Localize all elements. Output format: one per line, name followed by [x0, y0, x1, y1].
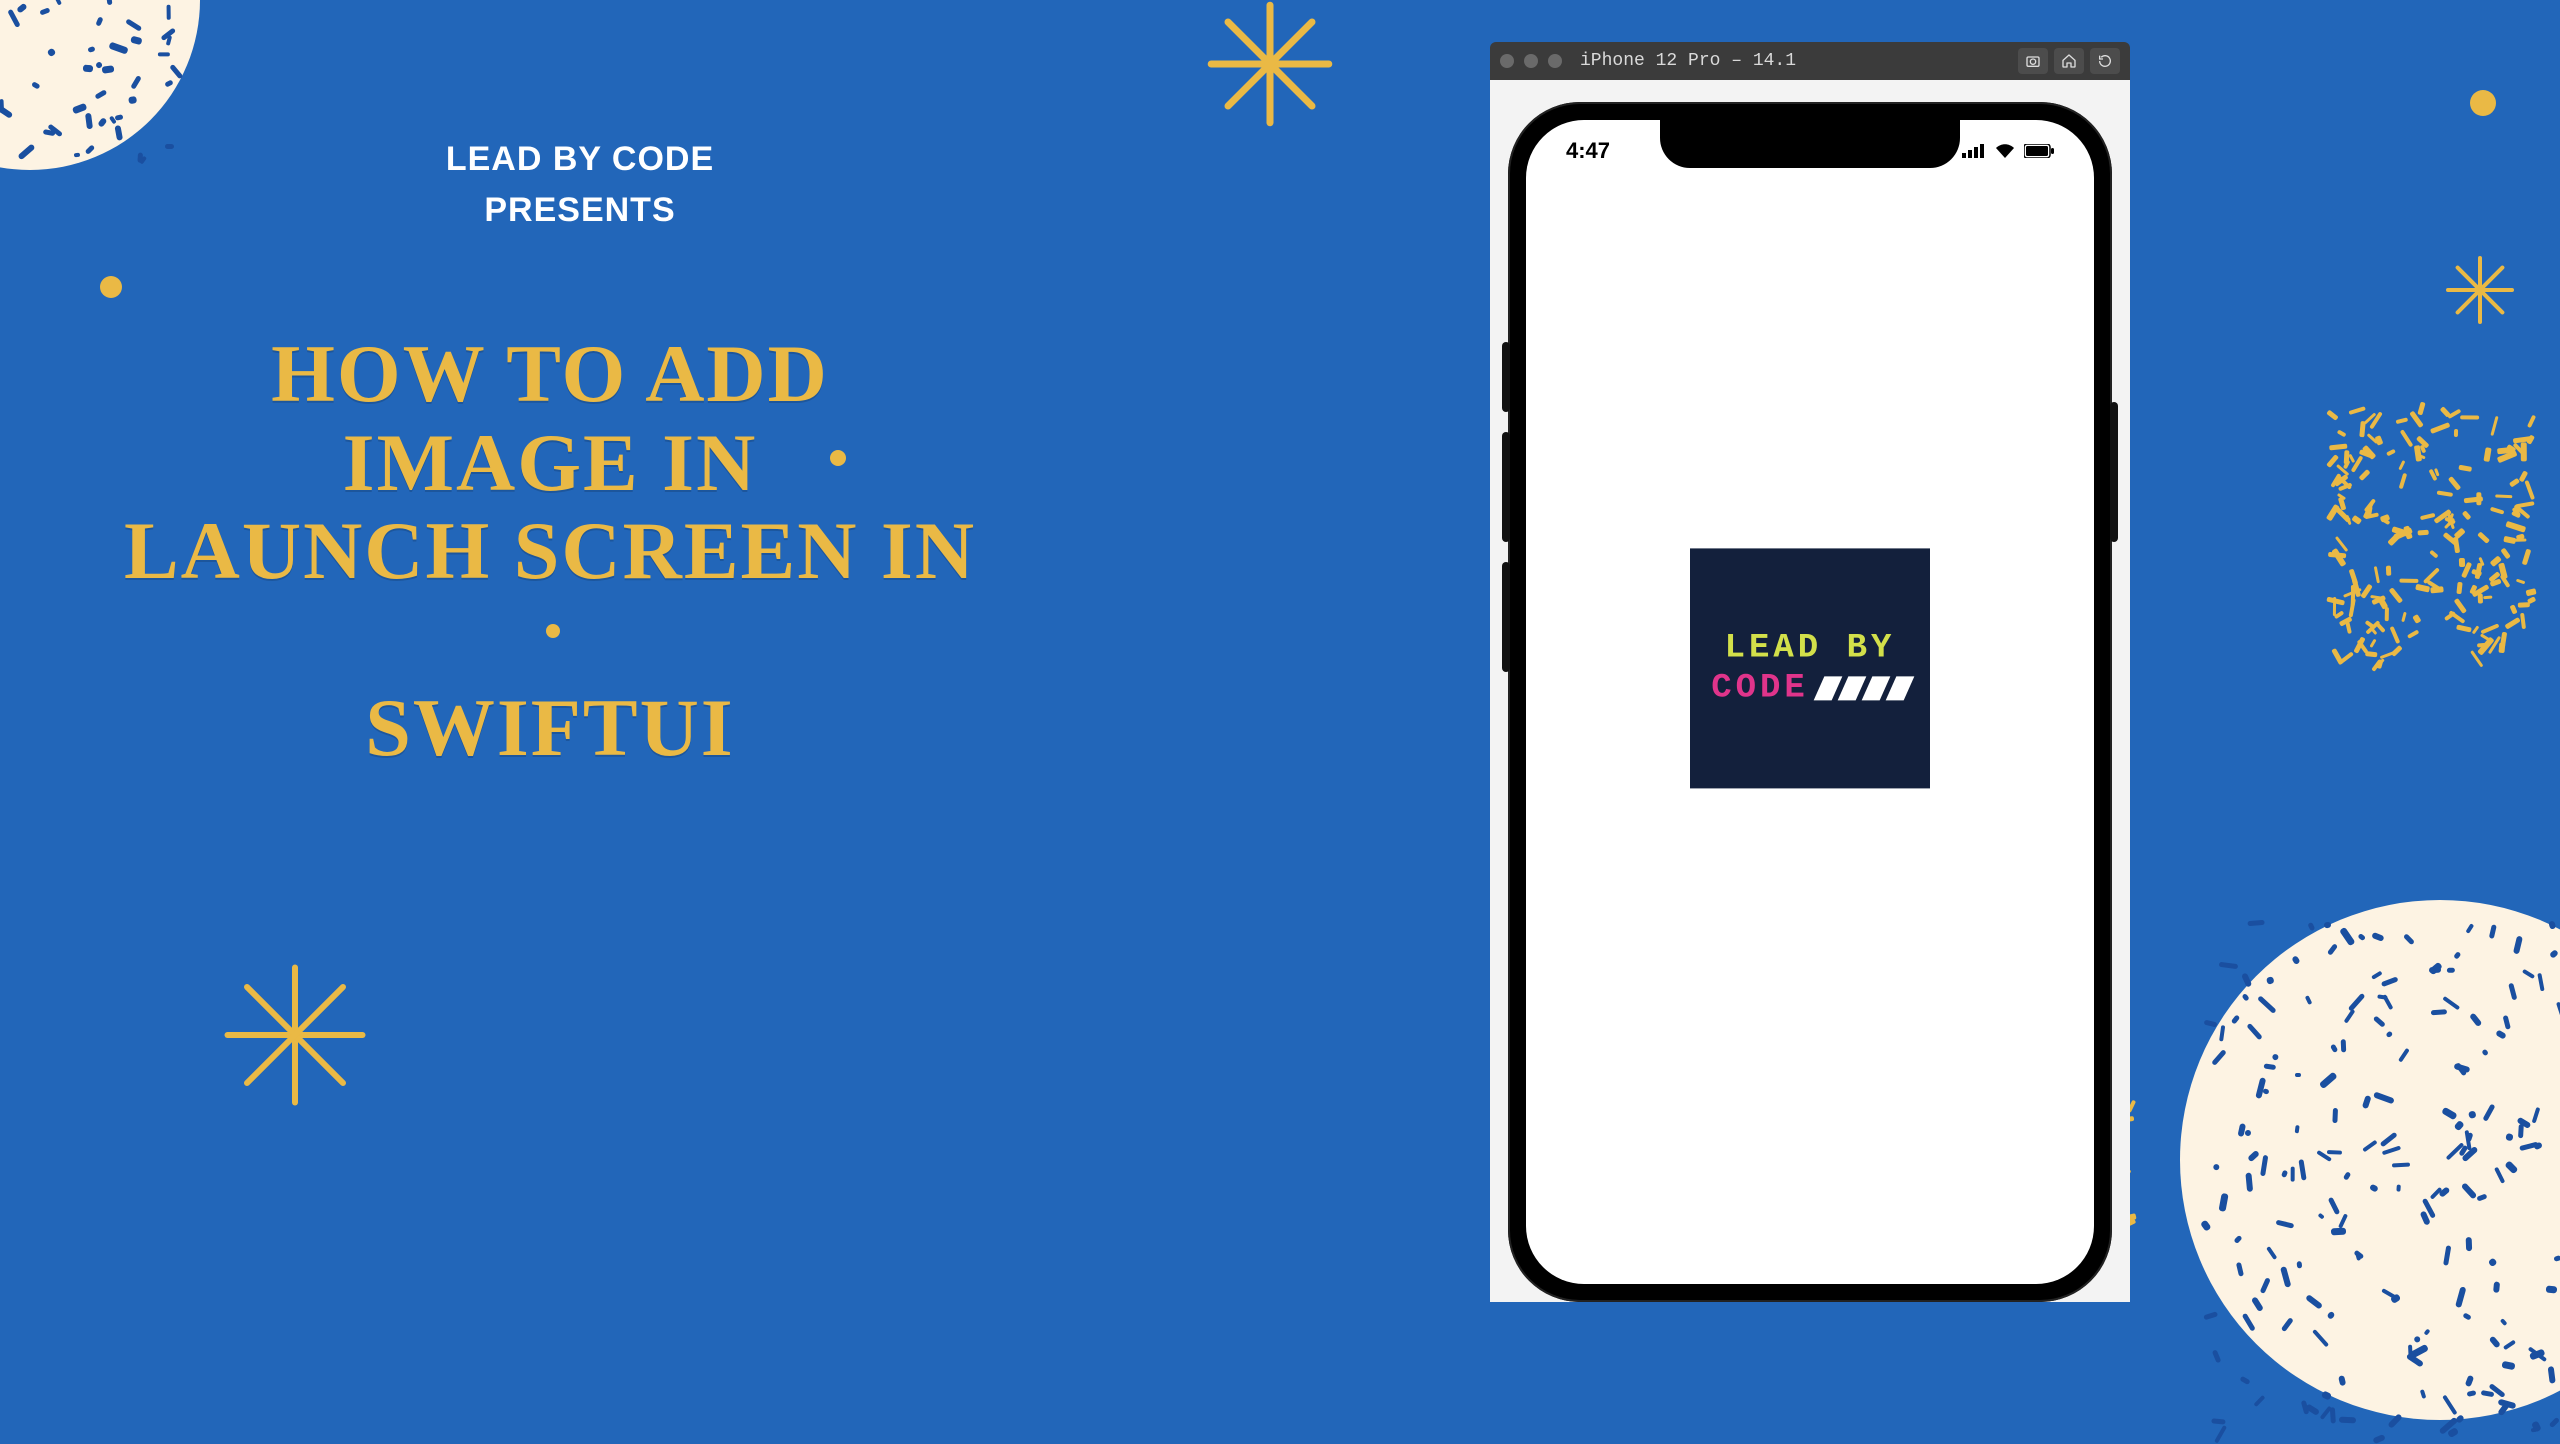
asterisk-icon: [2440, 250, 2520, 330]
headline-line3: SWIFTUI: [120, 684, 980, 773]
asterisk-icon: [1200, 0, 1340, 134]
headline-line2: LAUNCH SCREEN IN: [120, 507, 980, 684]
asterisk-icon: [220, 960, 370, 1110]
status-icons: [1962, 138, 2054, 164]
ios-simulator-window: iPhone 12 Pro – 14.1 4:47: [1490, 42, 2130, 1302]
status-clock: 4:47: [1566, 138, 1610, 164]
wifi-icon: [1994, 143, 2016, 159]
traffic-lights[interactable]: [1500, 54, 1562, 68]
simulator-device-label: iPhone 12 Pro – 14.1: [1580, 51, 1796, 71]
logo-line1: LEAD BY: [1725, 629, 1896, 667]
battery-icon: [2024, 144, 2054, 158]
phone-side-button: [1502, 432, 1510, 542]
logo-line2: CODE: [1711, 669, 1809, 707]
simulator-body: 4:47 LEAD BY CODE: [1490, 80, 2130, 1302]
status-bar: 4:47: [1526, 138, 2094, 164]
phone-side-button: [2110, 402, 2118, 542]
accent-dot: [100, 276, 122, 298]
presenter-block: LEAD BY CODE PRESENTS: [310, 140, 850, 230]
presenter-line2: PRESENTS: [310, 191, 850, 230]
headline-line1: HOW TO ADD IMAGE IN: [120, 330, 980, 507]
logo-slashes: [1819, 676, 1909, 700]
corner-blob-bottom-right: [2180, 900, 2560, 1420]
corner-blob-top-left: [0, 0, 200, 170]
promo-slide: LEAD BY CODE PRESENTS HOW TO ADD IMAGE I…: [0, 0, 2560, 1280]
phone-side-button: [1502, 342, 1510, 412]
phone-side-button: [1502, 562, 1510, 672]
home-icon[interactable]: [2054, 48, 2084, 74]
screenshot-icon[interactable]: [2018, 48, 2048, 74]
iphone-frame: 4:47 LEAD BY CODE: [1508, 102, 2112, 1302]
launch-screen-logo: LEAD BY CODE: [1690, 548, 1930, 788]
signal-icon: [1962, 144, 1986, 158]
accent-dot: [2470, 90, 2496, 116]
presenter-line1: LEAD BY CODE: [310, 140, 850, 179]
headline: HOW TO ADD IMAGE IN LAUNCH SCREEN IN SWI…: [120, 330, 980, 773]
rotate-icon[interactable]: [2090, 48, 2120, 74]
simulator-titlebar[interactable]: iPhone 12 Pro – 14.1: [1490, 42, 2130, 80]
phone-screen: 4:47 LEAD BY CODE: [1526, 120, 2094, 1284]
sprinkle-texture: [2330, 400, 2530, 660]
